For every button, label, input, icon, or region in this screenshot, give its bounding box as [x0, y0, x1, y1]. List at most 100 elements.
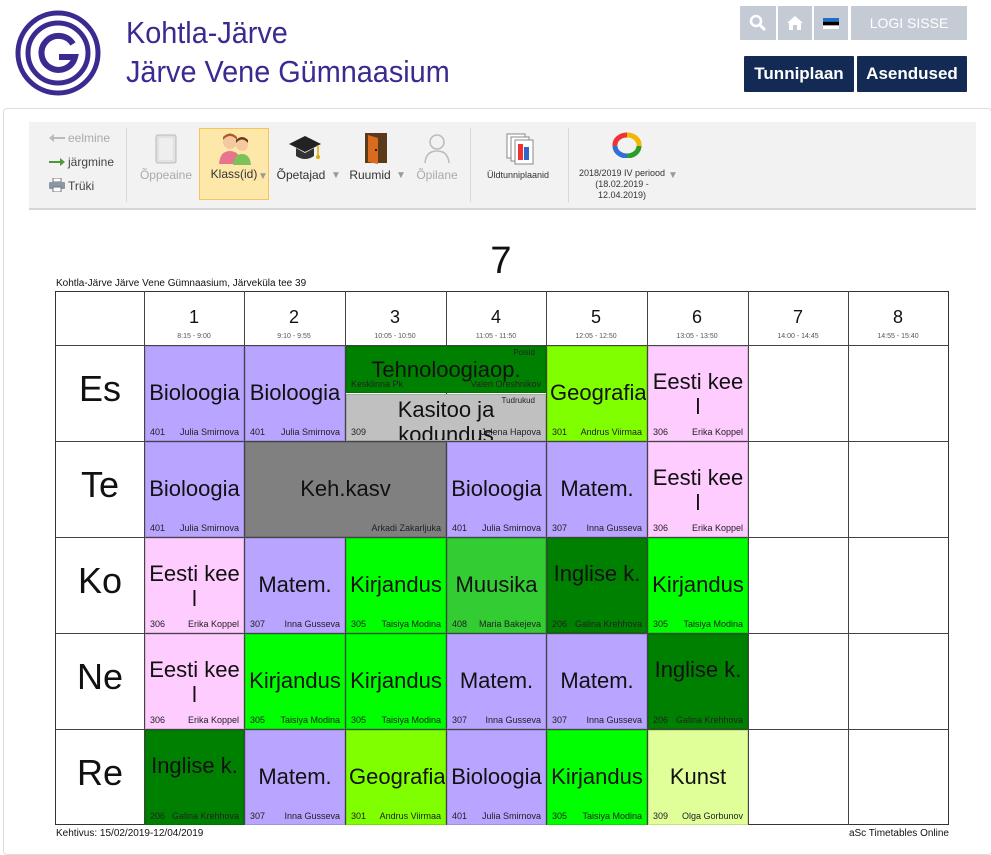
grid-line: [748, 291, 749, 825]
lesson-teacher: Erika Koppel: [187, 715, 239, 725]
lesson-card[interactable]: Eesti keel 306 Erika Koppel: [145, 538, 244, 633]
estonia-flag-icon: [823, 17, 839, 29]
lesson-room: 305: [653, 619, 669, 629]
toolbar-separator: [568, 128, 569, 202]
chevron-down-icon: ▼: [258, 171, 268, 182]
classes-button[interactable]: Klass(id) ▼: [199, 128, 269, 200]
lesson-card[interactable]: Kirjandus 305 Taisiya Modina: [346, 634, 446, 729]
lesson-subject: Muusika: [455, 572, 538, 597]
period-number: 1: [188, 307, 199, 327]
subject-button[interactable]: Õppeaine: [135, 128, 197, 200]
lesson-room: 306: [150, 715, 166, 725]
lesson-subject: Kirjandus: [350, 572, 442, 597]
lesson-card[interactable]: Kirjandus 305 Taisiya Modina: [648, 538, 748, 633]
overall-timetables-button[interactable]: Üldtunniplaanid: [478, 128, 558, 200]
validity-text: Kehtivus: 15/02/2019-12/04/2019: [56, 828, 204, 839]
lesson-card[interactable]: Eesti keel 306 Erika Koppel: [648, 442, 748, 537]
lesson-card[interactable]: Matem. 307 Inna Gusseva: [447, 634, 546, 729]
prev-link[interactable]: eelmine: [68, 131, 110, 145]
lesson-subject: Eesti keel: [652, 369, 744, 419]
lesson-room: 206: [552, 619, 568, 629]
lesson-card[interactable]: Matem. 307 Inna Gusseva: [245, 730, 345, 825]
search-icon: [749, 14, 767, 32]
grid-line: [848, 291, 849, 825]
lesson-card[interactable]: Bioloogia 401 Julia Smirnova: [447, 442, 546, 537]
lesson-card[interactable]: Inglise k. 206 Galina Krehhova: [145, 730, 244, 825]
lesson-card[interactable]: Bioloogia 401 Julia Smirnova: [447, 730, 546, 825]
student-button[interactable]: Õpilane: [409, 128, 465, 200]
home-icon: [787, 16, 803, 30]
lesson-card[interactable]: Inglise k. 206 Galina Krehhova: [648, 634, 748, 729]
lesson-teacher: Julia Smirnova: [481, 523, 541, 533]
login-button[interactable]: LOGI SISSE: [851, 6, 967, 40]
next-link[interactable]: järgmine: [68, 155, 114, 169]
lesson-card[interactable]: Kasitoo ja kodundus 309 Jelena Hapova Tudru…: [346, 394, 546, 441]
period-time: 13:05 - 13:50: [676, 333, 718, 340]
lesson-room: 206: [150, 811, 166, 821]
lesson-card[interactable]: Muusika 408 Maria Bakejeva: [447, 538, 546, 633]
lesson-subject: Eesti keel: [149, 561, 240, 611]
teachers-button[interactable]: Õpetajad ▼: [274, 128, 341, 200]
lesson-card[interactable]: Matem. 307 Inna Gusseva: [245, 538, 345, 633]
nav-substitutions-button[interactable]: Asendused: [857, 56, 967, 92]
lesson-room: 306: [150, 619, 166, 629]
timetable-title: 7: [490, 240, 512, 282]
arrow-left-icon: [49, 134, 65, 142]
language-button[interactable]: [814, 6, 848, 40]
lesson-card[interactable]: Inglise k. 206 Galina Krehhova: [547, 538, 647, 633]
period-number: 4: [490, 307, 501, 327]
lesson-card[interactable]: Bioloogia 401 Julia Smirnova: [145, 346, 244, 441]
lesson-teacher: Taisiya Modina: [683, 619, 743, 629]
period-time: 10:05 - 10:50: [374, 333, 416, 340]
lesson-card[interactable]: Geografia 301 Andrus Viirmaa: [547, 346, 647, 441]
lesson-teacher: Erika Koppel: [187, 619, 239, 629]
lesson-teacher: Taisiya Modina: [381, 715, 441, 725]
search-button[interactable]: [740, 6, 776, 40]
period-number: 5: [590, 307, 601, 327]
lesson-subject: Bioloogia: [249, 380, 341, 405]
lesson-room: 307: [250, 619, 266, 629]
lesson-card[interactable]: Kirjandus 305 Taisiya Modina: [245, 634, 345, 729]
lesson-card[interactable]: Eesti keel 306 Erika Koppel: [648, 346, 748, 441]
lesson-card[interactable]: Kirjandus 305 Taisiya Modina: [346, 538, 446, 633]
lesson-room: 401: [250, 427, 266, 437]
lesson-card[interactable]: Matem. 307 Inna Gusseva: [547, 634, 647, 729]
lesson-card[interactable]: Matem. 307 Inna Gusseva: [547, 442, 647, 537]
lesson-teacher: Andrus Viirmaa: [379, 811, 441, 821]
lesson-subject: Bioloogia: [451, 764, 542, 789]
period-selector[interactable]: 2018/2019 IV periood (18.02.2019 - 12.04…: [578, 128, 682, 200]
lesson-card[interactable]: Kunst 309 Olga Gorbunov: [648, 730, 748, 825]
lesson-room: 401: [150, 523, 166, 533]
rooms-button[interactable]: Ruumid ▼: [345, 128, 407, 200]
home-button[interactable]: [778, 6, 812, 40]
lesson-teacher: Julia Smirnova: [481, 811, 541, 821]
lesson-card[interactable]: Tehnoloogiaop. Kesklinna Pk Valeri Oreshni…: [346, 346, 546, 393]
period-time: 12:05 - 12:50: [575, 333, 617, 340]
lesson-teacher: Inna Gusseva: [586, 715, 642, 725]
nav-timetable-button[interactable]: Tunniplaan: [744, 56, 854, 92]
lesson-subject: Keh.kasv: [300, 476, 391, 501]
lesson-teacher: Inna Gusseva: [284, 619, 340, 629]
lesson-card[interactable]: Bioloogia 401 Julia Smirnova: [145, 442, 244, 537]
lesson-card[interactable]: Keh.kasv Arkadi Zakarljuka: [245, 442, 446, 537]
chevron-down-icon: ▼: [331, 170, 341, 181]
lesson-subject: Kirjandus: [249, 668, 341, 693]
person-icon: [424, 134, 450, 164]
school-address: Kohtla-Järve Järve Vene Gümnaasium, Järv…: [56, 278, 307, 289]
lesson-card[interactable]: Geografia 301 Andrus Viirmaa: [346, 730, 446, 825]
lesson-subject: Matem.: [459, 668, 534, 693]
day-name: Ko: [77, 560, 123, 601]
lesson-card[interactable]: Kirjandus 305 Taisiya Modina: [547, 730, 647, 825]
lesson-card[interactable]: Eesti keel 306 Erika Koppel: [145, 634, 244, 729]
lesson-subject: Bioloogia: [451, 476, 542, 501]
lesson-teacher: Olga Gorbunov: [681, 811, 743, 821]
school-logo[interactable]: [15, 10, 101, 96]
print-link[interactable]: Trüki: [68, 179, 94, 193]
lesson-subject: Kirjandus: [652, 572, 744, 597]
lesson-teacher: Galina Krehhova: [171, 811, 239, 821]
lesson-group: Tudrukud: [501, 396, 536, 405]
lesson-teacher: Maria Bakejeva: [478, 619, 541, 629]
lesson-subject: Geografia: [550, 380, 647, 405]
lesson-card[interactable]: Bioloogia 401 Julia Smirnova: [245, 346, 345, 441]
footer-credit: aSc Timetables Online: [848, 828, 949, 839]
